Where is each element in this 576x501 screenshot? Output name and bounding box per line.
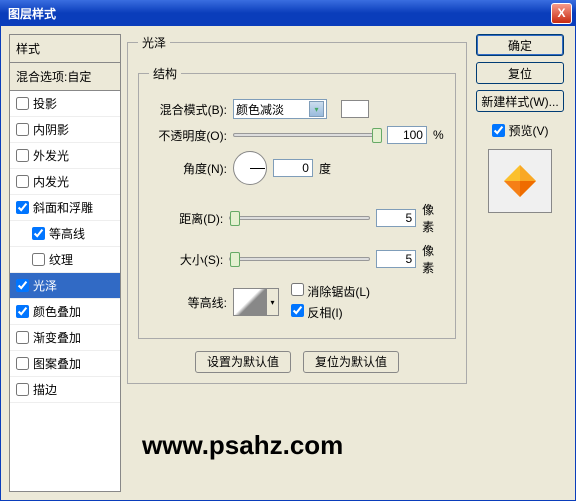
style-label: 投影 — [33, 95, 57, 112]
satin-group: 光泽 结构 混合模式(B): 颜色减淡 ▾ 不透明度(O): % — [127, 34, 467, 384]
style-item[interactable]: 图案叠加 — [10, 351, 120, 377]
distance-slider[interactable] — [229, 216, 370, 220]
style-checkbox[interactable] — [16, 331, 29, 344]
style-item[interactable]: 内阴影 — [10, 117, 120, 143]
style-label: 图案叠加 — [33, 355, 81, 372]
style-item[interactable]: 渐变叠加 — [10, 325, 120, 351]
opacity-slider[interactable] — [233, 133, 381, 137]
style-item[interactable]: 纹理 — [10, 247, 120, 273]
cancel-button[interactable]: 复位 — [476, 62, 564, 84]
angle-unit: 度 — [319, 160, 331, 177]
distance-input[interactable] — [376, 209, 416, 227]
new-style-button[interactable]: 新建样式(W)... — [476, 90, 564, 112]
style-checkbox[interactable] — [16, 279, 29, 292]
blend-options[interactable]: 混合选项:自定 — [10, 63, 120, 91]
style-checkbox[interactable] — [16, 383, 29, 396]
preview-icon — [500, 161, 540, 201]
satin-legend: 光泽 — [138, 34, 170, 51]
contour-picker[interactable]: ▾ — [233, 288, 279, 316]
style-label: 光泽 — [33, 277, 57, 294]
distance-label: 距离(D): — [149, 210, 223, 227]
style-checkbox[interactable] — [16, 305, 29, 318]
size-input[interactable] — [376, 250, 416, 268]
style-label: 颜色叠加 — [33, 303, 81, 320]
angle-input[interactable] — [273, 159, 313, 177]
chevron-down-icon: ▾ — [267, 288, 279, 316]
style-item[interactable]: 描边 — [10, 377, 120, 403]
style-checkbox[interactable] — [16, 149, 29, 162]
preview-check[interactable]: 预览(V) — [492, 122, 549, 139]
distance-row: 距离(D): 像素 — [149, 201, 445, 235]
contour-thumb — [233, 288, 267, 316]
style-checkbox[interactable] — [16, 201, 29, 214]
opacity-row: 不透明度(O): % — [149, 126, 445, 144]
style-checkbox[interactable] — [16, 97, 29, 110]
default-buttons: 设置为默认值 复位为默认值 — [138, 351, 456, 373]
window-title: 图层样式 — [4, 5, 551, 22]
contour-label: 等高线: — [149, 294, 227, 311]
style-item[interactable]: 颜色叠加 — [10, 299, 120, 325]
structure-legend: 结构 — [149, 65, 181, 82]
style-label: 纹理 — [49, 251, 73, 268]
opacity-label: 不透明度(O): — [149, 127, 227, 144]
slider-thumb[interactable] — [230, 211, 240, 226]
angle-label: 角度(N): — [149, 160, 227, 177]
ok-button[interactable]: 确定 — [476, 34, 564, 56]
style-checkbox[interactable] — [16, 357, 29, 370]
styles-panel: 样式 混合选项:自定 投影内阴影外发光内发光斜面和浮雕等高线纹理光泽颜色叠加渐变… — [9, 34, 121, 492]
angle-dial[interactable] — [233, 151, 267, 185]
preview-thumbnail — [488, 149, 552, 213]
close-icon: X — [557, 6, 565, 20]
set-default-button[interactable]: 设置为默认值 — [195, 351, 291, 373]
contour-row: 等高线: ▾ 消除锯齿(L) 反相(I) — [149, 283, 445, 321]
style-label: 描边 — [33, 381, 57, 398]
style-checkbox[interactable] — [16, 123, 29, 136]
style-label: 等高线 — [49, 225, 85, 242]
chevron-down-icon: ▾ — [309, 101, 324, 117]
structure-group: 结构 混合模式(B): 颜色减淡 ▾ 不透明度(O): % 角度( — [138, 65, 456, 339]
antialias-check[interactable]: 消除锯齿(L) — [291, 283, 370, 300]
style-checkbox[interactable] — [32, 227, 45, 240]
style-item[interactable]: 光泽 — [10, 273, 120, 299]
style-label: 内发光 — [33, 173, 69, 190]
color-swatch[interactable] — [341, 100, 369, 118]
distance-unit: 像素 — [422, 201, 445, 235]
center-panel: 光泽 结构 混合模式(B): 颜色减淡 ▾ 不透明度(O): % — [127, 34, 467, 492]
size-row: 大小(S): 像素 — [149, 242, 445, 276]
size-unit: 像素 — [422, 242, 445, 276]
watermark: www.psahz.com — [142, 430, 343, 461]
styles-header[interactable]: 样式 — [10, 35, 120, 63]
opacity-input[interactable] — [387, 126, 427, 144]
right-panel: 确定 复位 新建样式(W)... 预览(V) — [473, 34, 567, 492]
close-button[interactable]: X — [551, 3, 572, 24]
size-label: 大小(S): — [149, 251, 223, 268]
style-item[interactable]: 外发光 — [10, 143, 120, 169]
style-checkbox[interactable] — [16, 175, 29, 188]
style-item[interactable]: 内发光 — [10, 169, 120, 195]
angle-row: 角度(N): 度 — [149, 151, 445, 185]
style-item[interactable]: 投影 — [10, 91, 120, 117]
reset-default-button[interactable]: 复位为默认值 — [303, 351, 399, 373]
opacity-unit: % — [433, 128, 444, 142]
style-checkbox[interactable] — [32, 253, 45, 266]
style-label: 外发光 — [33, 147, 69, 164]
style-list: 投影内阴影外发光内发光斜面和浮雕等高线纹理光泽颜色叠加渐变叠加图案叠加描边 — [10, 91, 120, 491]
blend-mode-label: 混合模式(B): — [149, 101, 227, 118]
slider-thumb[interactable] — [372, 128, 382, 143]
style-label: 渐变叠加 — [33, 329, 81, 346]
blend-mode-select[interactable]: 颜色减淡 ▾ — [233, 99, 327, 119]
style-item[interactable]: 等高线 — [10, 221, 120, 247]
titlebar: 图层样式 X — [0, 0, 576, 26]
size-slider[interactable] — [229, 257, 370, 261]
blend-mode-value: 颜色减淡 — [236, 101, 284, 118]
style-label: 斜面和浮雕 — [33, 199, 93, 216]
invert-check[interactable]: 反相(I) — [291, 304, 370, 321]
style-item[interactable]: 斜面和浮雕 — [10, 195, 120, 221]
slider-thumb[interactable] — [230, 252, 240, 267]
blend-mode-row: 混合模式(B): 颜色减淡 ▾ — [149, 99, 445, 119]
style-label: 内阴影 — [33, 121, 69, 138]
